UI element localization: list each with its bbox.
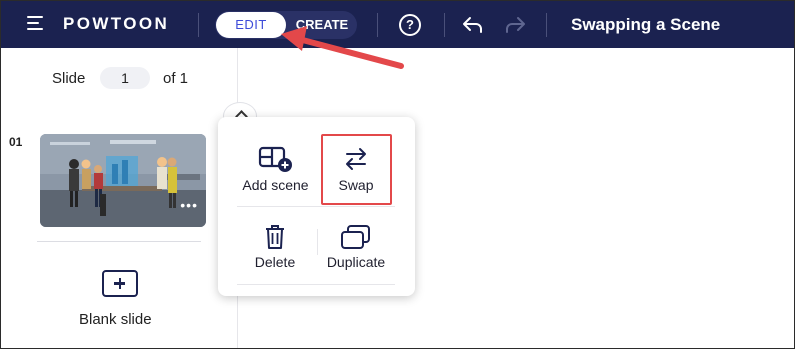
trash-icon <box>266 225 284 249</box>
toolbar-divider <box>198 13 199 37</box>
add-scene-icon <box>258 146 292 172</box>
scene-illustration <box>40 134 206 227</box>
blank-slide-label[interactable]: Blank slide <box>79 311 152 328</box>
duplicate-icon <box>341 225 370 249</box>
redo-icon[interactable] <box>503 13 527 37</box>
thumbnail-divider <box>37 241 201 242</box>
undo-icon[interactable] <box>461 13 485 37</box>
blank-slide-icon[interactable] <box>102 270 138 297</box>
menu-icon[interactable] <box>27 16 43 32</box>
slide-number-input[interactable]: 1 <box>100 67 150 89</box>
toolbar-divider <box>444 13 445 37</box>
delete-label: Delete <box>254 254 296 270</box>
slide-label: Slide <box>52 70 86 87</box>
app-logo: POWTOON <box>63 14 170 33</box>
menu-divider <box>317 229 318 255</box>
menu-divider <box>237 206 395 207</box>
toolbar-divider <box>546 13 547 37</box>
more-options-icon[interactable]: ••• <box>180 197 198 213</box>
annotation-arrow-icon <box>281 26 404 69</box>
page-title: Swapping a Scene <box>571 15 721 34</box>
add-scene-button[interactable]: Add scene <box>228 144 323 193</box>
swap-highlight <box>321 134 392 205</box>
delete-button[interactable]: Delete <box>240 223 310 270</box>
duplicate-button[interactable]: Duplicate <box>322 223 390 270</box>
menu-divider <box>237 284 395 285</box>
slide-total: of 1 <box>163 70 189 87</box>
slide-index: 01 <box>9 135 23 149</box>
app-window: POWTOON EDIT CREATE ? Swapping a Scene S… <box>0 0 795 349</box>
duplicate-label: Duplicate <box>326 254 386 270</box>
add-scene-label: Add scene <box>242 177 309 193</box>
slide-thumbnail[interactable]: ••• <box>40 134 206 227</box>
